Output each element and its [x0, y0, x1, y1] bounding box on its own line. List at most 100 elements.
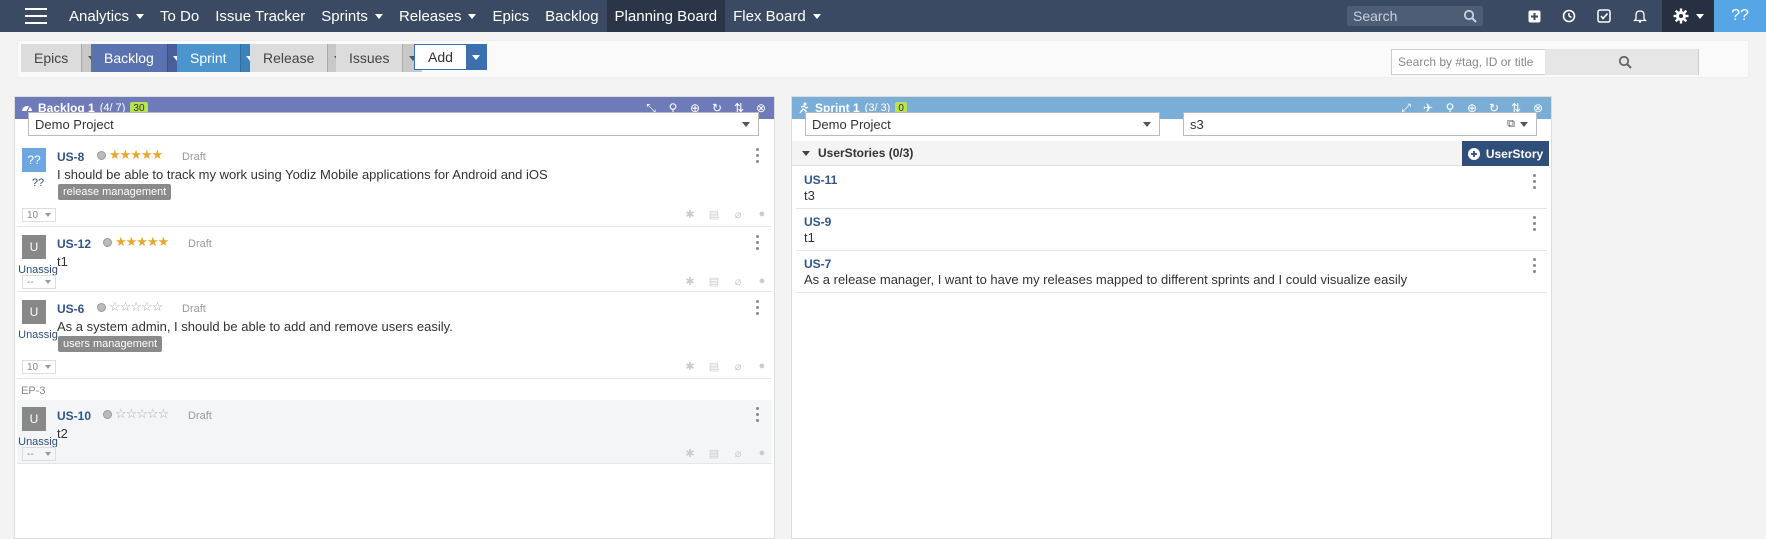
- user-avatar[interactable]: ??: [1714, 0, 1766, 32]
- comment-icon[interactable]: ●: [756, 447, 768, 460]
- chevron-down-icon: [468, 13, 477, 19]
- more-options-icon[interactable]: [756, 235, 760, 250]
- nav-issue-tracker[interactable]: Issue Tracker: [207, 0, 313, 32]
- rating-stars[interactable]: ☆☆☆☆☆: [115, 406, 169, 422]
- bug-icon[interactable]: ✱: [684, 208, 696, 221]
- rating-stars[interactable]: ★★★★★: [109, 147, 163, 163]
- history-icon[interactable]: [1559, 0, 1579, 32]
- sprint-story-row[interactable]: US-7 As a release manager, I want to hav…: [796, 251, 1547, 293]
- sprint-story-row[interactable]: US-9 t1: [796, 209, 1547, 251]
- nav-planning-board[interactable]: Planning Board: [606, 0, 726, 32]
- comment-icon[interactable]: ●: [756, 275, 768, 288]
- story-id-link[interactable]: US-11: [804, 173, 837, 187]
- sprint-filter-button[interactable]: Sprint: [177, 44, 260, 72]
- attachment-icon[interactable]: ⌀: [732, 208, 744, 221]
- tag-badge[interactable]: release management: [58, 184, 172, 200]
- backlog-label: Backlog: [104, 50, 154, 66]
- estimate-select[interactable]: --: [22, 275, 56, 289]
- avatar[interactable]: U: [22, 235, 46, 259]
- nav-epics-label: Epics: [492, 7, 530, 25]
- rating-stars[interactable]: ★★★★★: [115, 234, 169, 250]
- priority-icon[interactable]: [103, 410, 112, 419]
- status-label[interactable]: Draft: [182, 151, 206, 163]
- search-icon[interactable]: [1545, 49, 1698, 75]
- story-id-link[interactable]: US-9: [804, 215, 831, 229]
- avatar[interactable]: ??: [22, 148, 46, 172]
- backlog-project-select[interactable]: Demo Project: [28, 112, 759, 136]
- story-card-us10[interactable]: U Unassig US-10 ☆☆☆☆☆ Draft t2 -- ✱ ▤ ⌀ ●: [17, 400, 772, 464]
- attachment-icon[interactable]: ⌀: [732, 360, 744, 373]
- priority-icon[interactable]: [97, 303, 106, 312]
- story-id-link[interactable]: US-10: [57, 409, 91, 423]
- nav-releases[interactable]: Releases: [391, 0, 485, 32]
- more-options-icon[interactable]: [1533, 174, 1537, 189]
- sprint-filter-select[interactable]: s3 ⧉: [1183, 112, 1537, 136]
- epics-filter-button[interactable]: Epics: [21, 44, 102, 72]
- epic-group-label[interactable]: EP-3: [21, 385, 45, 397]
- avatar[interactable]: U: [22, 300, 46, 324]
- more-options-icon[interactable]: [756, 407, 760, 422]
- add-button[interactable]: Add: [414, 44, 487, 70]
- tasks-icon[interactable]: ▤: [708, 447, 720, 460]
- release-filter-button[interactable]: Release: [250, 44, 348, 72]
- board-search-input[interactable]: Search by #tag, ID or title: [1391, 49, 1699, 75]
- comment-icon[interactable]: ●: [756, 360, 768, 373]
- estimate-value: --: [27, 448, 34, 460]
- tag-badge[interactable]: users management: [58, 336, 163, 352]
- nav-sprints[interactable]: Sprints: [313, 0, 391, 32]
- story-id-link[interactable]: US-12: [57, 237, 91, 251]
- nav-epics[interactable]: Epics: [484, 0, 537, 32]
- estimate-select[interactable]: --: [22, 447, 56, 461]
- attachment-icon[interactable]: ⌀: [732, 447, 744, 460]
- add-icon[interactable]: [1524, 0, 1544, 32]
- more-options-icon[interactable]: [756, 148, 760, 163]
- story-id-link[interactable]: US-6: [57, 302, 84, 316]
- status-label[interactable]: Draft: [188, 238, 212, 250]
- story-id-link[interactable]: US-7: [804, 257, 831, 271]
- sprint-project-select[interactable]: Demo Project: [805, 112, 1160, 136]
- bell-icon[interactable]: [1630, 0, 1650, 32]
- board-search-placeholder: Search by #tag, ID or title: [1398, 55, 1534, 69]
- priority-icon[interactable]: [103, 238, 112, 247]
- nav-flex-board[interactable]: Flex Board: [725, 0, 829, 32]
- add-userstory-button[interactable]: UserStory: [1462, 141, 1549, 166]
- story-card-us12[interactable]: U Unassig US-12 ★★★★★ Draft t1 -- ✱ ▤ ⌀ ●: [17, 228, 772, 292]
- nav-backlog[interactable]: Backlog: [537, 0, 606, 32]
- sprint-story-row[interactable]: US-11 t3: [796, 167, 1547, 209]
- more-options-icon[interactable]: [1533, 216, 1537, 231]
- story-id-link[interactable]: US-8: [57, 150, 84, 164]
- more-options-icon[interactable]: [756, 300, 760, 315]
- story-card-us8[interactable]: ?? ?? US-8 ★★★★★ Draft I should be able …: [17, 141, 772, 227]
- tasks-icon[interactable]: ▤: [708, 275, 720, 288]
- priority-icon[interactable]: [97, 151, 106, 160]
- bug-icon[interactable]: ✱: [684, 360, 696, 373]
- estimate-select[interactable]: 10: [22, 208, 56, 222]
- nav-analytics[interactable]: Analytics: [61, 0, 152, 32]
- more-options-icon[interactable]: [1533, 258, 1537, 273]
- attachment-icon[interactable]: ⌀: [732, 275, 744, 288]
- chevron-down-icon: [374, 13, 383, 19]
- tasks-icon[interactable]: ▤: [708, 208, 720, 221]
- bug-icon[interactable]: ✱: [684, 447, 696, 460]
- issues-filter-button[interactable]: Issues: [336, 44, 423, 72]
- nav-todo[interactable]: To Do: [152, 0, 207, 32]
- rating-stars[interactable]: ☆☆☆☆☆: [109, 299, 163, 315]
- settings-menu[interactable]: [1662, 0, 1714, 32]
- story-card-us6[interactable]: U Unassig US-6 ☆☆☆☆☆ Draft As a system a…: [17, 293, 772, 379]
- bug-icon[interactable]: ✱: [684, 275, 696, 288]
- search-icon[interactable]: [1463, 9, 1477, 23]
- nav-sprints-label: Sprints: [321, 7, 368, 25]
- avatar[interactable]: U: [22, 407, 46, 431]
- status-label[interactable]: Draft: [182, 303, 206, 315]
- caret-down-icon[interactable]: [802, 150, 810, 156]
- userstories-group-header[interactable]: UserStories (0/3) UserStory: [792, 141, 1549, 166]
- comment-icon[interactable]: ●: [756, 208, 768, 221]
- backlog-filter-button[interactable]: Backlog: [91, 44, 187, 72]
- status-label[interactable]: Draft: [188, 410, 212, 422]
- nav-search-input[interactable]: Search: [1347, 6, 1483, 26]
- estimate-select[interactable]: 10: [22, 360, 56, 374]
- tasks-icon[interactable]: ▤: [708, 360, 720, 373]
- hamburger-menu-icon[interactable]: [25, 8, 47, 24]
- chevron-down-icon[interactable]: [465, 45, 486, 69]
- checklist-icon[interactable]: [1594, 0, 1614, 32]
